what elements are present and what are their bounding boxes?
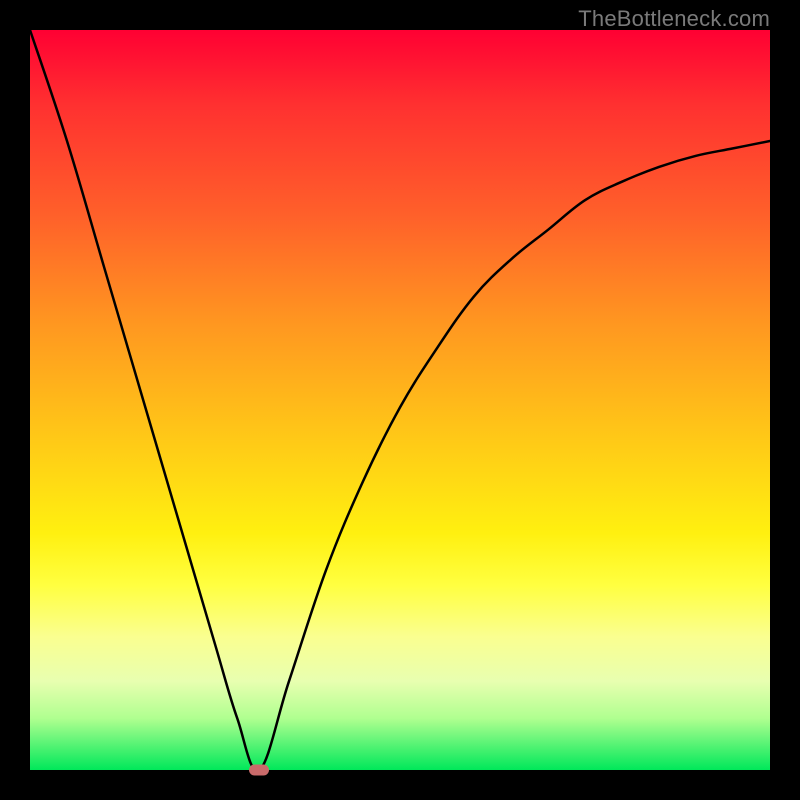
plot-area xyxy=(30,30,770,770)
watermark-text: TheBottleneck.com xyxy=(578,6,770,32)
bottleneck-curve xyxy=(30,30,770,770)
minimum-marker xyxy=(249,765,269,776)
